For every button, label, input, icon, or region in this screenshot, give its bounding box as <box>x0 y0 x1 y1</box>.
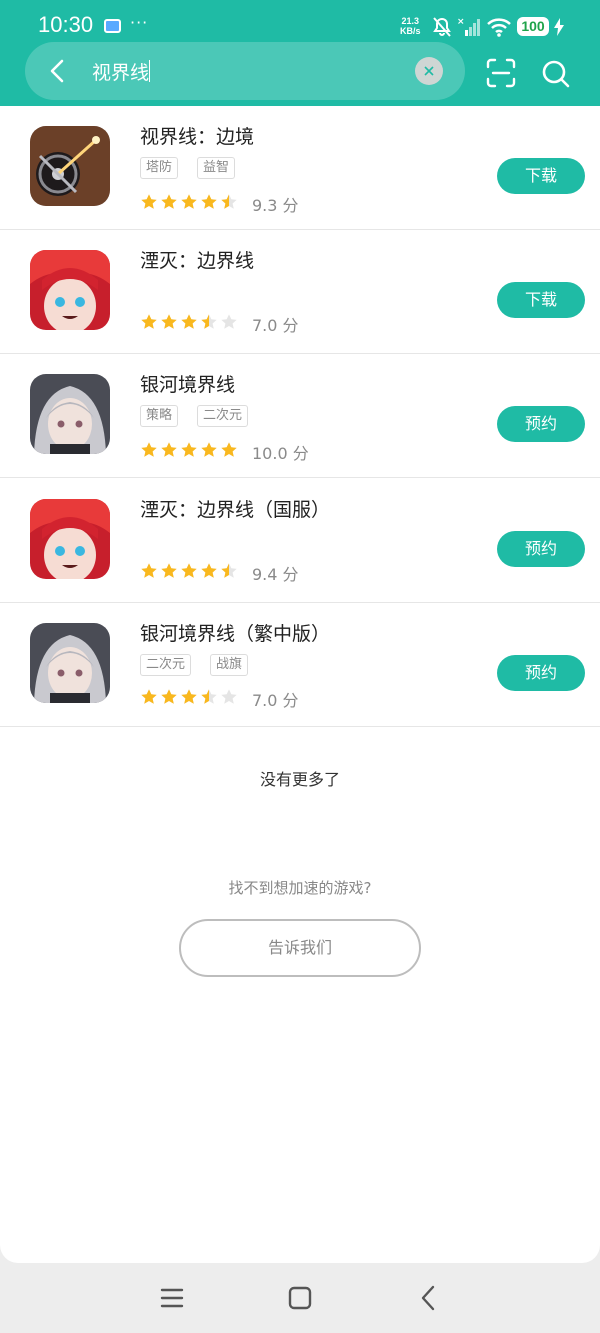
app-title[interactable]: 湮灭：边界线（国服） <box>140 495 330 522</box>
star-icon <box>181 563 197 578</box>
star-icon <box>141 194 157 209</box>
star-icon <box>221 563 237 578</box>
star-icon <box>201 689 217 704</box>
rating-score: 7.0 分 <box>252 691 299 710</box>
star-icon <box>161 194 177 209</box>
scan-icon[interactable] <box>486 58 516 88</box>
download-button[interactable]: 下载 <box>497 282 585 318</box>
star-icon <box>201 442 217 457</box>
feedback-prompt: 找不到想加速的游戏? <box>228 879 372 897</box>
star-icon <box>161 442 177 457</box>
signal-icon: × <box>457 17 480 36</box>
star-icon <box>201 194 217 209</box>
tag: 策略 <box>140 405 179 427</box>
tag: 二次元 <box>140 654 192 676</box>
rating-score: 7.0 分 <box>252 316 299 335</box>
app-icon-horizon-line-border[interactable] <box>30 126 110 206</box>
list-item[interactable]: 湮灭：边界线（国服） 9.4 分 预约 <box>0 479 600 603</box>
star-icon <box>161 689 177 704</box>
star-icon <box>221 689 237 704</box>
app-title[interactable]: 视界线：边境 <box>140 122 254 149</box>
menu-icon[interactable] <box>157 1283 187 1313</box>
mute-notification-icon <box>433 17 451 37</box>
star-rating <box>140 193 238 211</box>
star-icon <box>161 314 177 329</box>
text-cursor <box>149 60 150 82</box>
top-bar: 10:30 ··· 21.3 KB/s × 100 <box>0 0 600 106</box>
list-item[interactable]: 湮灭：边界线 7.0 分 下载 <box>0 230 600 354</box>
star-icon <box>181 314 197 329</box>
download-button[interactable]: 下载 <box>497 158 585 194</box>
star-icon <box>221 442 237 457</box>
search-input[interactable] <box>92 56 392 86</box>
battery-level: 100 <box>517 17 549 36</box>
back-arrow-icon[interactable] <box>44 57 72 85</box>
more-notifications-icon: ··· <box>130 13 149 32</box>
search-icon[interactable] <box>540 58 572 90</box>
network-speed-unit: KB/s <box>400 26 421 36</box>
tag: 益智 <box>197 157 236 179</box>
app-icon-annihilation-borderline-cn[interactable] <box>30 499 110 579</box>
star-rating <box>140 441 238 459</box>
list-item[interactable]: 银河境界线 策略 二次元 10.0 分 预约 <box>0 354 600 478</box>
star-icon <box>141 563 157 578</box>
rating-score: 9.4 分 <box>252 565 299 584</box>
tag-list: 策略 二次元 <box>140 405 249 427</box>
back-icon[interactable] <box>414 1283 444 1313</box>
star-icon <box>181 689 197 704</box>
clear-search-icon[interactable] <box>415 57 443 85</box>
network-speed: 21.3 KB/s <box>400 16 421 36</box>
star-rating <box>140 562 238 580</box>
app-title[interactable]: 银河境界线（繁中版） <box>140 619 330 646</box>
list-item[interactable]: 银河境界线（繁中版） 二次元 战旗 7.0 分 预约 <box>0 603 600 727</box>
star-icon <box>201 563 217 578</box>
status-time: 10:30 <box>38 12 94 37</box>
list-item[interactable]: 视界线：边境 塔防 益智 9.3 分 下载 <box>0 106 600 230</box>
star-rating <box>140 313 238 331</box>
reserve-button[interactable]: 预约 <box>497 531 585 567</box>
tag: 塔防 <box>140 157 179 179</box>
app-icon-annihilation-borderline[interactable] <box>30 250 110 330</box>
star-icon <box>141 689 157 704</box>
star-icon <box>161 563 177 578</box>
app-icon-galactic-boundary[interactable] <box>30 374 110 454</box>
tag-list: 塔防 益智 <box>140 157 236 179</box>
system-nav-bar <box>0 1263 600 1333</box>
star-icon <box>221 194 237 209</box>
reserve-button[interactable]: 预约 <box>497 406 585 442</box>
star-icon <box>181 442 197 457</box>
star-icon <box>141 442 157 457</box>
tag: 二次元 <box>197 405 249 427</box>
star-icon <box>201 314 217 329</box>
app-title[interactable]: 湮灭：边界线 <box>140 246 254 273</box>
star-icon <box>181 194 197 209</box>
search-results: 视界线：边境 塔防 益智 9.3 分 下载 湮灭：边界线 7.0 分 下载 银河… <box>0 106 600 1263</box>
reserve-button[interactable]: 预约 <box>497 655 585 691</box>
wifi-icon <box>487 18 511 37</box>
end-of-list-text: 没有更多了 <box>259 770 340 789</box>
app-title[interactable]: 银河境界线 <box>140 370 235 397</box>
tell-us-button[interactable]: 告诉我们 <box>179 919 421 977</box>
charging-icon <box>554 18 564 36</box>
tag: 战旗 <box>210 654 249 676</box>
star-icon <box>141 314 157 329</box>
app-icon-galactic-boundary-tw[interactable] <box>30 623 110 703</box>
network-speed-value: 21.3 <box>401 16 420 26</box>
svg-text:×: × <box>457 17 465 27</box>
tag-list: 二次元 战旗 <box>140 654 249 676</box>
star-icon <box>221 314 237 329</box>
notification-app-icon <box>104 19 121 33</box>
home-icon[interactable] <box>285 1283 315 1313</box>
rating-score: 10.0 分 <box>252 444 309 463</box>
star-rating <box>140 688 238 706</box>
rating-score: 9.3 分 <box>252 196 299 215</box>
